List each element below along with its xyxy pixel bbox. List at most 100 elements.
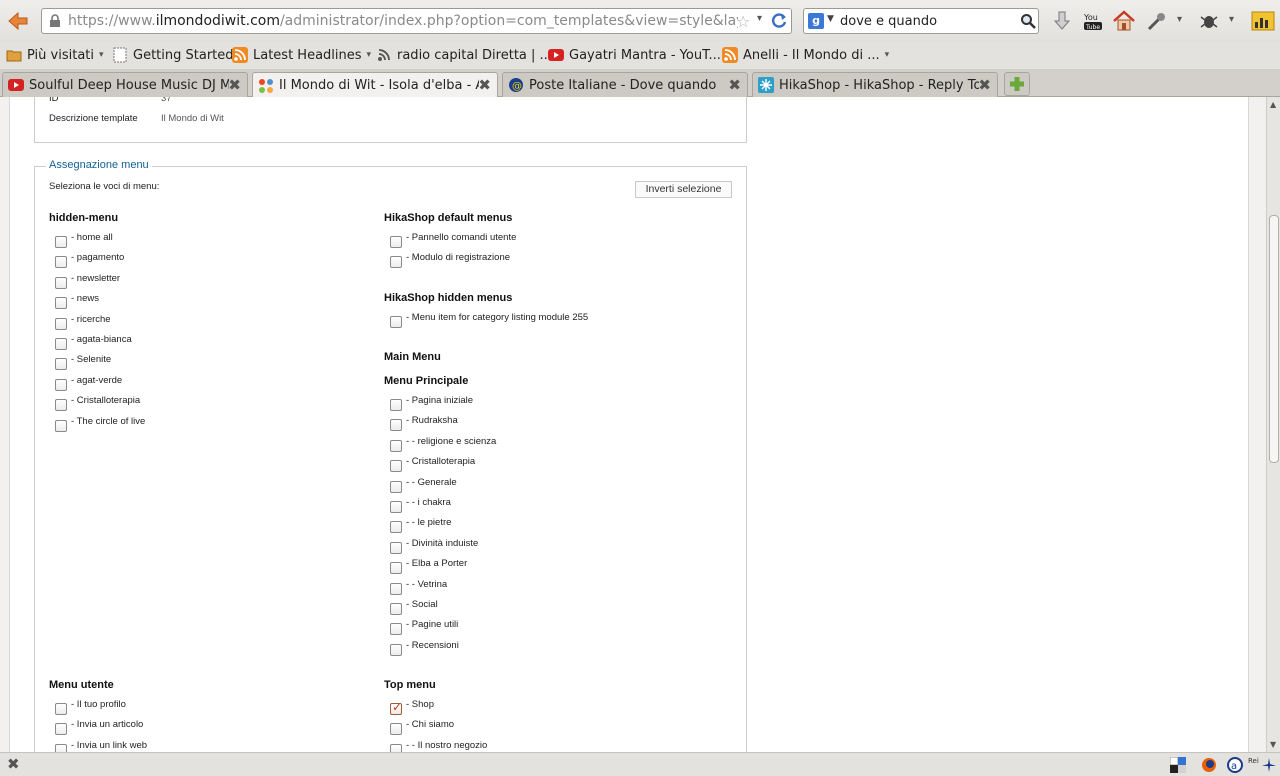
menu-item-checkbox[interactable] [390, 700, 402, 715]
tab-bar: Soulful Deep House Music DJ Mi... ✖ Il M… [0, 70, 1280, 98]
close-tab-icon[interactable]: ✖ [228, 76, 241, 94]
rai-addon-label[interactable]: Rei [1248, 757, 1259, 765]
menu-item-label: - Cristalloterapia [71, 395, 141, 407]
menu-item-checkbox[interactable] [55, 297, 67, 310]
close-tab-icon[interactable]: ✖ [728, 76, 741, 94]
google-engine-icon[interactable]: g [808, 13, 824, 29]
tab-hikashop[interactable]: HikaShop - HikaShop - Reply To... ✖ [752, 72, 998, 97]
close-tab-icon[interactable]: ✖ [478, 76, 491, 94]
menu-item-checkbox[interactable] [55, 723, 67, 736]
menu-item-checkbox[interactable] [55, 276, 67, 289]
amazon-addon-icon[interactable]: a [1227, 757, 1243, 773]
search-bar[interactable]: g ▼ [803, 8, 1039, 34]
feed-icon [378, 49, 390, 61]
scroll-up-icon[interactable]: ▲ [1270, 100, 1276, 109]
bug-dropdown-icon[interactable]: ▾ [1229, 14, 1234, 25]
engine-dropdown-icon[interactable]: ▼ [827, 14, 834, 24]
menu-item-checkbox[interactable] [390, 723, 402, 736]
menu-item-checkbox[interactable] [55, 743, 67, 752]
tab-il-mondo-di-wit[interactable]: Il Mondo di Wit - Isola d'elba - A... ✖ [252, 72, 498, 98]
menu-item-label: - Recensioni [406, 639, 459, 651]
bookmark-radio-capital[interactable]: radio capital Diretta | ... [376, 47, 552, 63]
wrench-dropdown-icon[interactable]: ▾ [1177, 14, 1182, 25]
invert-selection-button[interactable]: Inverti selezione [635, 181, 732, 198]
menu-item-label: - Social [406, 599, 438, 610]
new-tab-button[interactable] [1004, 72, 1030, 96]
menu-item-checkbox[interactable] [55, 399, 67, 412]
tab-soulful-deep-house[interactable]: Soulful Deep House Music DJ Mi... ✖ [2, 72, 248, 97]
menu-item-checkbox[interactable] [55, 236, 67, 248]
svg-text:@: @ [512, 81, 522, 92]
menu-item-checkbox[interactable] [55, 256, 67, 269]
youtube-addon-icon[interactable]: You Tube [1082, 9, 1106, 33]
delicious-icon[interactable] [1170, 757, 1186, 773]
scroll-down-icon[interactable]: ▼ [1270, 740, 1276, 749]
rss-icon [232, 47, 248, 63]
joomla-icon [259, 78, 273, 93]
menu-item-checkbox[interactable] [390, 541, 402, 554]
menu-item-checkbox[interactable] [55, 317, 67, 330]
wrench-icon[interactable] [1145, 9, 1169, 33]
search-input[interactable] [840, 12, 1016, 30]
menu-item-label: - Divinità induiste [406, 537, 479, 549]
menu-item-label: - Il tuo profilo [71, 699, 126, 710]
menu-item-label: - Cristalloterapia [406, 456, 476, 468]
menu-item-checkbox[interactable] [390, 743, 402, 752]
menu-item-label: - agata-bianca [71, 334, 132, 345]
menu-item-checkbox[interactable] [390, 419, 402, 432]
reload-icon[interactable] [770, 12, 788, 30]
bookmark-latest-headlines[interactable]: Latest Headlines ▾ [232, 47, 371, 63]
svg-text:Tube: Tube [1085, 24, 1100, 31]
menu-item-checkbox[interactable] [55, 419, 67, 432]
chevron-down-icon: ▾ [884, 50, 890, 60]
details-fieldset [34, 97, 747, 143]
downloads-icon[interactable] [1050, 9, 1074, 33]
menu-item-checkbox[interactable] [390, 562, 402, 575]
tab-poste-italiane[interactable]: @ Poste Italiane - Dove quando ✖ [502, 72, 748, 97]
menu-item-checkbox[interactable] [390, 399, 402, 411]
url-text[interactable]: https://www.ilmondodiwit.com/administrat… [68, 13, 738, 29]
history-dropdown-icon[interactable]: ▾ [757, 13, 762, 24]
tab-title: Poste Italiane - Dove quando [529, 77, 717, 93]
menu-item-checkbox[interactable] [390, 501, 402, 513]
vertical-scrollbar[interactable]: ▲ ▼ [1266, 97, 1280, 752]
menu-item-checkbox[interactable] [390, 460, 402, 473]
bug-icon[interactable] [1197, 9, 1221, 33]
scrollbar-thumb[interactable] [1269, 215, 1279, 463]
bookmark-getting-started[interactable]: Getting Started [112, 47, 234, 63]
bookmark-star-icon[interactable]: ☆ [736, 12, 750, 31]
menu-item-checkbox[interactable] [55, 338, 67, 350]
search-icon[interactable] [1020, 13, 1036, 29]
airplane-icon[interactable] [1261, 757, 1277, 773]
home-icon[interactable] [1112, 9, 1136, 33]
menu-item-checkbox[interactable] [390, 439, 402, 452]
menu-item-label: - - Generale [406, 476, 457, 488]
menu-item-checkbox[interactable] [390, 316, 402, 328]
menu-item-checkbox[interactable] [390, 623, 402, 636]
menu-item-checkbox[interactable] [390, 643, 402, 656]
url-bar[interactable]: https://www.ilmondodiwit.com/administrat… [41, 8, 792, 34]
firefox-icon[interactable] [1201, 757, 1217, 773]
back-button[interactable] [6, 9, 30, 33]
bookmark-anelli[interactable]: Anelli - Il Mondo di ... ▾ [722, 47, 889, 63]
menu-item-checkbox[interactable] [55, 378, 67, 391]
stats-icon[interactable] [1251, 9, 1275, 33]
close-tab-icon[interactable]: ✖ [978, 76, 991, 94]
menu-item-checkbox[interactable] [390, 236, 402, 248]
menu-item-checkbox[interactable] [390, 582, 402, 595]
menu-item-checkbox[interactable] [390, 521, 402, 534]
menu-item-label: - Invia un link web [71, 739, 148, 751]
bookmark-piu-visitati[interactable]: Più visitati ▾ [6, 47, 104, 63]
menu-item-checkbox[interactable] [55, 358, 67, 371]
menu-item-checkbox[interactable] [390, 256, 402, 269]
menu-item-label: - Elba a Porter [406, 558, 468, 570]
bookmark-gayatri-mantra[interactable]: Gayatri Mantra - YouT... [548, 47, 721, 63]
menu-item-checkbox[interactable] [390, 603, 402, 615]
menu-item-label: - Pagine utili [406, 619, 459, 631]
menu-item-checkbox[interactable] [390, 480, 402, 493]
group-title-hidden-menu: hidden-menu [49, 212, 119, 224]
menu-item-checkbox[interactable] [55, 703, 67, 715]
close-addon-bar-icon[interactable]: ✖ [7, 755, 20, 773]
menu-item-label: - home all [71, 232, 113, 243]
menu-item-label: - Selenite [71, 354, 112, 366]
